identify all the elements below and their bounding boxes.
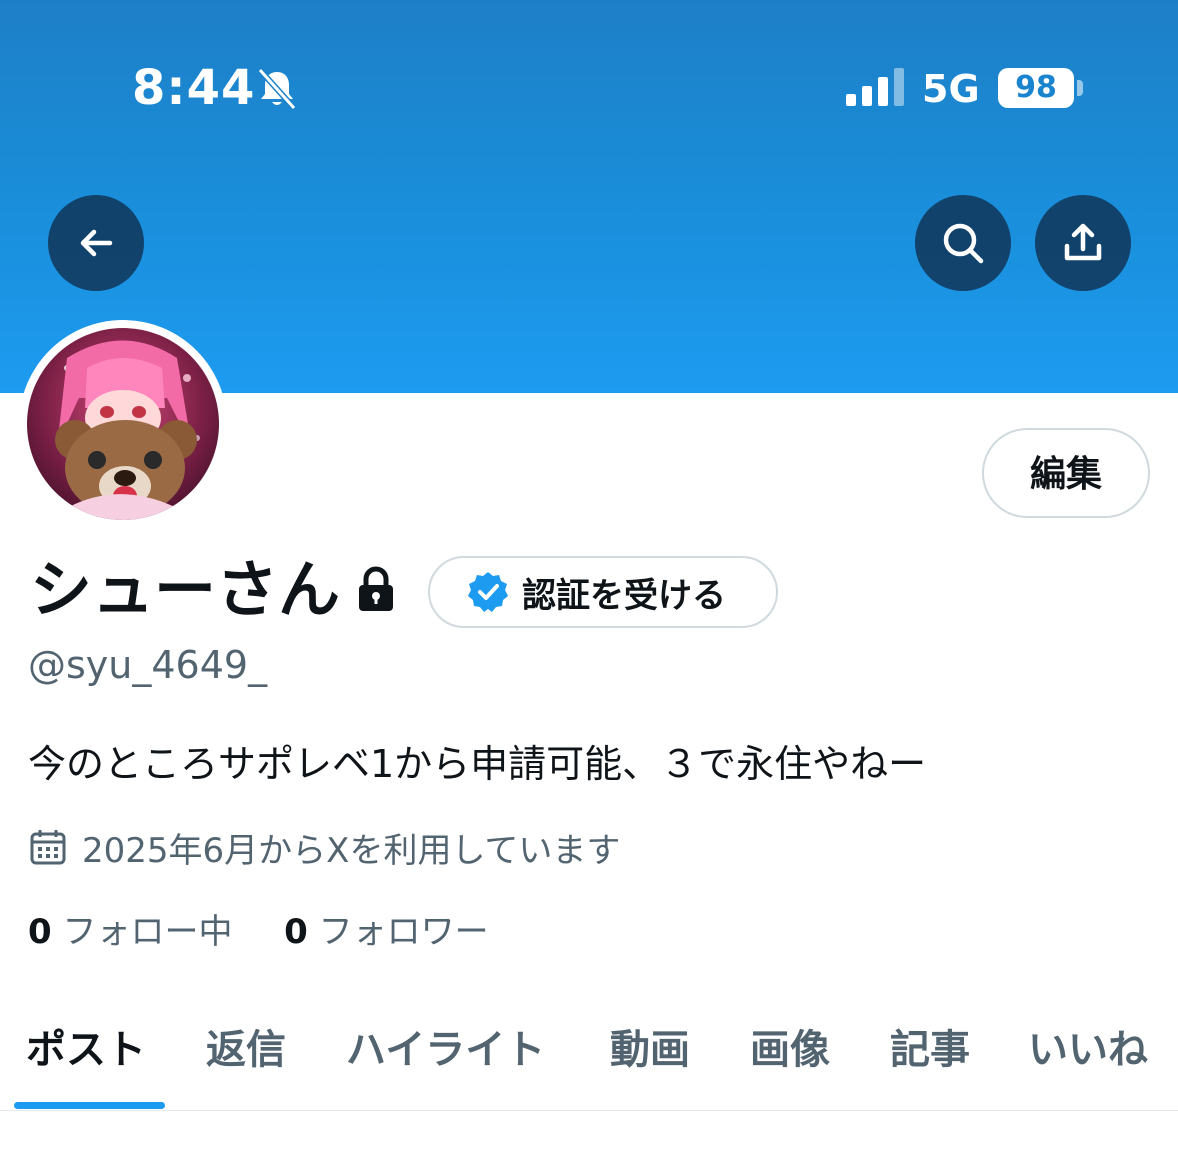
back-button[interactable] xyxy=(48,195,144,291)
tab-highlights[interactable]: ハイライト xyxy=(346,1020,545,1080)
following-count: 0 xyxy=(28,912,52,952)
tab-articles[interactable]: 記事 xyxy=(890,1020,970,1080)
profile-bio: 今のところサポレベ1から申請可能、３で永住やねー xyxy=(28,742,927,786)
tab-likes[interactable]: いいね xyxy=(1028,1020,1148,1080)
get-verified-label: 認証を受ける xyxy=(522,575,726,616)
display-name: シューさん xyxy=(30,553,341,626)
tab-replies[interactable]: 返信 xyxy=(206,1020,286,1080)
search-button[interactable] xyxy=(915,195,1011,291)
avatar-container[interactable] xyxy=(19,320,227,528)
edit-profile-button[interactable]: 編集 xyxy=(982,428,1150,518)
following-label: フォロー中 xyxy=(62,912,233,952)
battery-tip xyxy=(1077,80,1083,96)
followers-link[interactable]: 0 フォロワー xyxy=(284,912,488,952)
following-link[interactable]: 0 フォロー中 xyxy=(28,912,243,952)
network-type: 5G xyxy=(922,67,980,111)
calendar-icon xyxy=(30,830,66,865)
battery-indicator: 98 xyxy=(998,68,1074,108)
tab-videos[interactable]: 動画 xyxy=(610,1020,690,1080)
tab-images[interactable]: 画像 xyxy=(750,1020,830,1080)
verified-badge-icon xyxy=(468,572,508,612)
search-icon xyxy=(943,223,984,264)
username-handle: @syu_4649_ xyxy=(28,643,268,687)
avatar-image xyxy=(27,328,219,520)
get-verified-button[interactable]: 認証を受ける xyxy=(428,556,778,628)
tab-posts[interactable]: ポスト xyxy=(26,1020,146,1080)
arrow-left-icon xyxy=(80,229,113,257)
joined-date: 2025年6月からXを利用しています xyxy=(28,822,620,872)
status-time: 8:44 xyxy=(132,60,256,116)
tabs-divider xyxy=(0,1110,1178,1111)
share-button[interactable] xyxy=(1035,195,1131,291)
share-icon xyxy=(1064,223,1102,261)
avatar xyxy=(27,328,219,520)
followers-label: フォロワー xyxy=(318,912,489,952)
follow-stats: 0 フォロー中 0 フォロワー xyxy=(28,906,489,958)
bell-muted-icon xyxy=(257,67,297,111)
profile-tabs: ポスト 返信 ハイライト 動画 画像 記事 いいね xyxy=(0,1010,1178,1110)
followers-count: 0 xyxy=(284,912,308,952)
joined-text: 2025年6月からXを利用しています xyxy=(82,830,621,871)
lock-icon xyxy=(359,566,393,611)
cellular-signal-icon xyxy=(846,68,904,106)
active-tab-indicator xyxy=(14,1102,165,1109)
